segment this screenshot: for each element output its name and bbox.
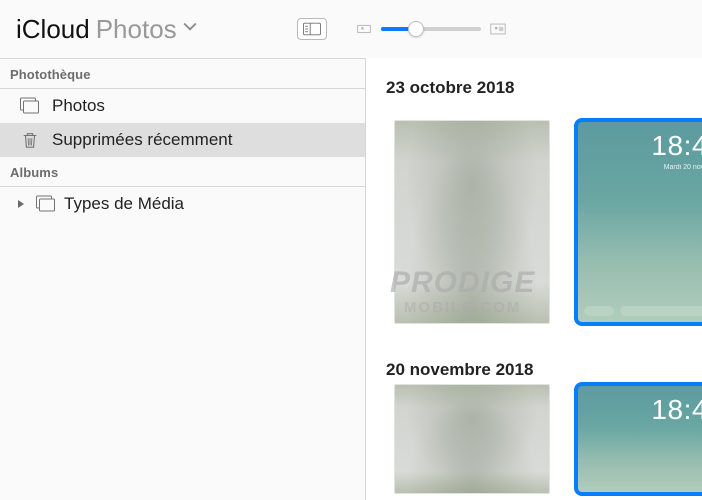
thumb-small-icon	[355, 22, 373, 36]
date-header: 23 octobre 2018	[366, 64, 702, 102]
thumbnail-row: 18:40	[366, 384, 702, 494]
sidebar-item-label: Types de Média	[64, 194, 184, 214]
sidebar-item-label: Supprimées récemment	[52, 130, 232, 150]
disclosure-triangle-icon[interactable]	[14, 199, 28, 209]
photo-thumbnail[interactable]	[394, 384, 550, 494]
lockscreen-time: 18:40	[651, 394, 702, 426]
sidebar-item-recently-deleted[interactable]: Supprimées récemment	[0, 123, 365, 157]
thumb-large-icon	[489, 22, 507, 36]
sidebar-section-albums: Albums	[0, 157, 365, 187]
photos-stack-icon	[18, 96, 42, 116]
brand-label: iCloud	[16, 14, 90, 45]
thumbnail-row: 18:40 Mardi 20 novembre	[366, 102, 702, 324]
content-grid: 23 octobre 2018 18:40 Mardi 20 novembre …	[366, 58, 702, 500]
date-header: 20 novembre 2018	[366, 324, 702, 384]
trash-icon	[18, 130, 42, 150]
chevron-down-icon[interactable]	[183, 20, 197, 39]
photo-thumbnail[interactable]: 18:40 Mardi 20 novembre	[576, 120, 702, 324]
slider-thumb[interactable]	[408, 21, 424, 37]
sidebar-section-library: Photothèque	[0, 59, 365, 89]
sidebar-item-label: Photos	[52, 96, 105, 116]
photo-thumbnail[interactable]: 18:40	[576, 384, 702, 494]
sidebar: Photothèque Photos Supprimées récemment …	[0, 58, 366, 500]
lockscreen-date: Mardi 20 novembre	[664, 164, 702, 171]
photo-thumbnail[interactable]	[394, 120, 550, 324]
lockscreen-time: 18:40	[651, 130, 702, 162]
thumbnail-size-slider[interactable]	[381, 27, 481, 31]
sidebar-item-photos[interactable]: Photos	[0, 89, 365, 123]
toolbar: iCloud Photos	[0, 0, 702, 58]
thumbnail-size-slider-group	[355, 22, 507, 36]
sidebar-toggle-button[interactable]	[297, 18, 327, 40]
sidebar-item-media-types[interactable]: Types de Média	[0, 187, 365, 221]
section-dropdown[interactable]: Photos	[96, 14, 177, 45]
section-label: Photos	[96, 14, 177, 44]
album-stack-icon	[34, 194, 58, 214]
